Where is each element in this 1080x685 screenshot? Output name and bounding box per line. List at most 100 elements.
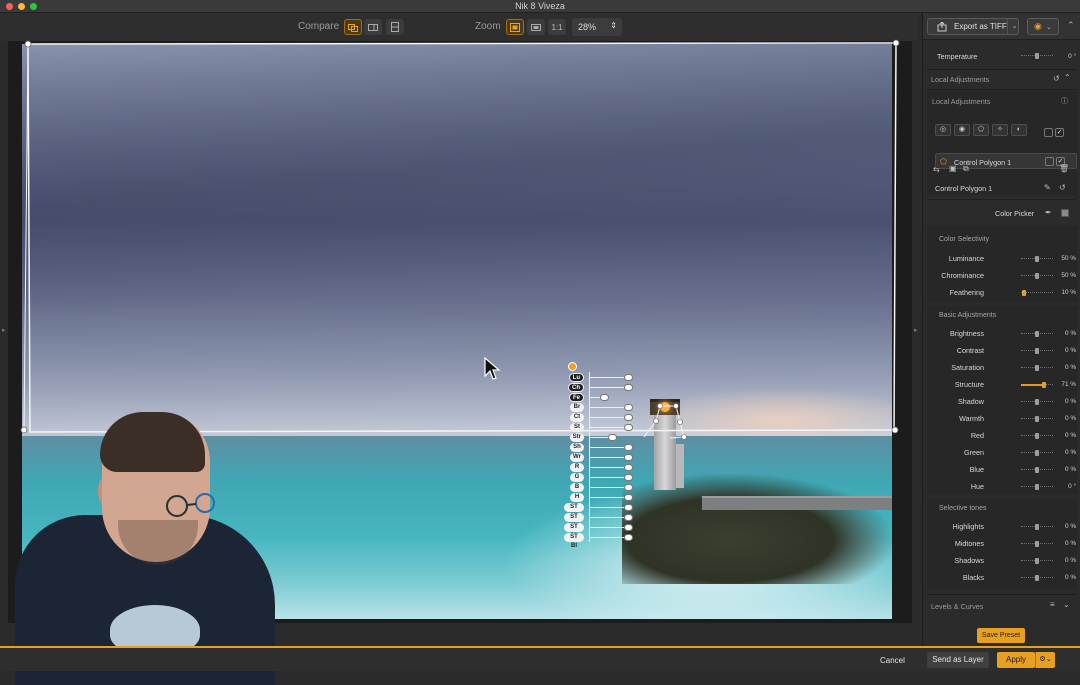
control-point-slider-row[interactable]: ST Hi (564, 503, 634, 519)
eyedropper-icon[interactable]: ✒ (1045, 208, 1052, 217)
control-point-slider-label[interactable]: ST Mid (564, 513, 584, 529)
mask-checkbox[interactable] (1045, 157, 1054, 166)
zoom-1-to-1-button[interactable]: 1:1 (548, 19, 566, 35)
control-point-slider-label[interactable]: Fe (568, 393, 584, 402)
control-point-slider-row[interactable]: ST Bl (564, 533, 634, 549)
control-point-slider-track[interactable] (590, 407, 628, 408)
control-point-slider-row[interactable]: Br (564, 403, 634, 413)
rename-pencil-icon[interactable]: ✎ (1044, 183, 1051, 192)
temperature-slider[interactable] (1021, 53, 1053, 59)
save-preset-button[interactable]: Save Preset (977, 628, 1025, 643)
levels-curves-section-header[interactable]: Levels & Curves (931, 602, 983, 611)
collapse-panel-icon[interactable]: ⌃ (1067, 20, 1075, 31)
control-point-slider-label[interactable]: Str (569, 433, 584, 442)
adjustment-slider[interactable] (1021, 450, 1053, 456)
color-shape-tool-button[interactable]: ◐ (1011, 124, 1027, 136)
control-point-slider-row[interactable]: B (564, 483, 634, 493)
trash-icon[interactable]: 🗑 (1059, 164, 1069, 173)
control-point-slider-label[interactable]: Lu (568, 373, 584, 382)
zoom-fit-button[interactable] (506, 19, 524, 35)
apply-button[interactable]: Apply (997, 652, 1035, 668)
control-point-slider-label[interactable]: G (570, 473, 584, 482)
control-point-slider-knob[interactable] (624, 424, 633, 431)
control-point-slider-row[interactable]: Ct (564, 413, 634, 423)
control-point-slider-knob[interactable] (624, 374, 633, 381)
send-as-layer-button[interactable]: Send as Layer (927, 652, 989, 668)
control-point-slider-knob[interactable] (624, 464, 633, 471)
control-line-tool-button[interactable]: ✧ (992, 124, 1008, 136)
control-point-slider-label[interactable]: Wr (570, 453, 584, 462)
control-point-slider-label[interactable]: ST Sh (564, 523, 584, 539)
control-point-slider-knob[interactable] (624, 414, 633, 421)
slider-knob[interactable] (1035, 433, 1039, 439)
help-icon[interactable]: ⓘ (1061, 96, 1068, 106)
control-point-slider-knob[interactable] (600, 394, 609, 401)
export-format-dropdown[interactable]: ⌄ (1007, 18, 1021, 35)
adjustment-slider[interactable] (1021, 558, 1053, 564)
control-point-slider-knob[interactable] (624, 454, 633, 461)
control-point-slider-knob[interactable] (624, 524, 633, 531)
control-point-slider-knob[interactable] (624, 404, 633, 411)
zoom-fill-button[interactable] (527, 19, 545, 35)
slider-knob[interactable] (1035, 331, 1039, 337)
enable-all-checkbox[interactable]: ✓ (1055, 128, 1064, 137)
menu-icon[interactable]: ≡ (1050, 600, 1055, 609)
right-panel-toggle-icon[interactable]: ▸ (914, 326, 918, 334)
control-point-slider-track[interactable] (590, 517, 628, 518)
selected-control-name[interactable]: Control Polygon 1 (935, 184, 992, 193)
presets-menu-button[interactable]: ◉ ⌄ (1027, 18, 1059, 35)
adjustment-slider[interactable] (1021, 256, 1053, 262)
control-point-slider-row[interactable]: Sh (564, 443, 634, 453)
slider-knob[interactable] (1035, 484, 1039, 490)
control-point-slider-knob[interactable] (624, 474, 633, 481)
reset-control-icon[interactable]: ↺ (1059, 183, 1066, 192)
adjustment-slider[interactable] (1021, 382, 1053, 388)
control-point-slider-row[interactable]: R (564, 463, 634, 473)
slider-knob[interactable] (1035, 53, 1039, 59)
left-panel-toggle-icon[interactable]: ▸ (2, 326, 6, 334)
slider-knob[interactable] (1035, 348, 1039, 354)
apply-options-dropdown[interactable]: ⚙⌄ (1035, 652, 1055, 668)
control-point-tool-button[interactable]: ◎ (935, 124, 951, 136)
control-point-slider-track[interactable] (590, 417, 628, 418)
control-point-slider-row[interactable]: Lu (564, 373, 634, 383)
adjustment-slider[interactable] (1021, 273, 1053, 279)
slider-knob[interactable] (1035, 399, 1039, 405)
duplicate-icon[interactable]: ⧉ (963, 164, 969, 174)
control-point-slider-label[interactable]: ST Hi (564, 503, 584, 519)
slider-knob[interactable] (1035, 541, 1039, 547)
chevron-up-icon[interactable]: ⌃ (1064, 73, 1071, 82)
slider-knob[interactable] (1035, 450, 1039, 456)
mask-icon[interactable]: ▣ (949, 164, 957, 173)
control-point-center[interactable] (568, 362, 577, 371)
control-point-slider-label[interactable]: Ct (570, 413, 584, 422)
visibility-checkbox[interactable] (1044, 128, 1053, 137)
control-point-slider-track[interactable] (590, 377, 628, 378)
group-icon[interactable]: ⇆ (933, 165, 940, 174)
adjustment-slider[interactable] (1021, 416, 1053, 422)
compare-split-view-button[interactable] (364, 19, 382, 35)
control-point-slider-track[interactable] (590, 387, 628, 388)
adjustment-slider[interactable] (1021, 575, 1053, 581)
adjustment-slider[interactable] (1021, 365, 1053, 371)
compare-side-by-side-button[interactable] (386, 19, 404, 35)
control-point-slider-knob[interactable] (624, 484, 633, 491)
control-point-slider-label[interactable]: St (570, 423, 584, 432)
control-point-slider-row[interactable]: St (564, 423, 634, 433)
slider-knob[interactable] (1035, 558, 1039, 564)
adjustment-slider[interactable] (1021, 348, 1053, 354)
slider-knob[interactable] (1035, 365, 1039, 371)
control-point-slider-row[interactable]: G (564, 473, 634, 483)
slider-knob[interactable] (1035, 416, 1039, 422)
slider-knob[interactable] (1022, 290, 1026, 296)
control-point-slider-row[interactable]: Wr (564, 453, 634, 463)
slider-knob[interactable] (1035, 575, 1039, 581)
control-point-slider-label[interactable]: ST Bl (564, 533, 584, 549)
adjustment-slider[interactable] (1021, 433, 1053, 439)
chevron-down-icon[interactable]: ⌄ (1063, 600, 1070, 609)
picked-color-swatch[interactable] (1061, 209, 1069, 217)
slider-knob[interactable] (1035, 524, 1039, 530)
control-point-slider-track[interactable] (590, 487, 628, 488)
control-point-slider-knob[interactable] (624, 444, 633, 451)
adjustment-slider[interactable] (1021, 331, 1053, 337)
